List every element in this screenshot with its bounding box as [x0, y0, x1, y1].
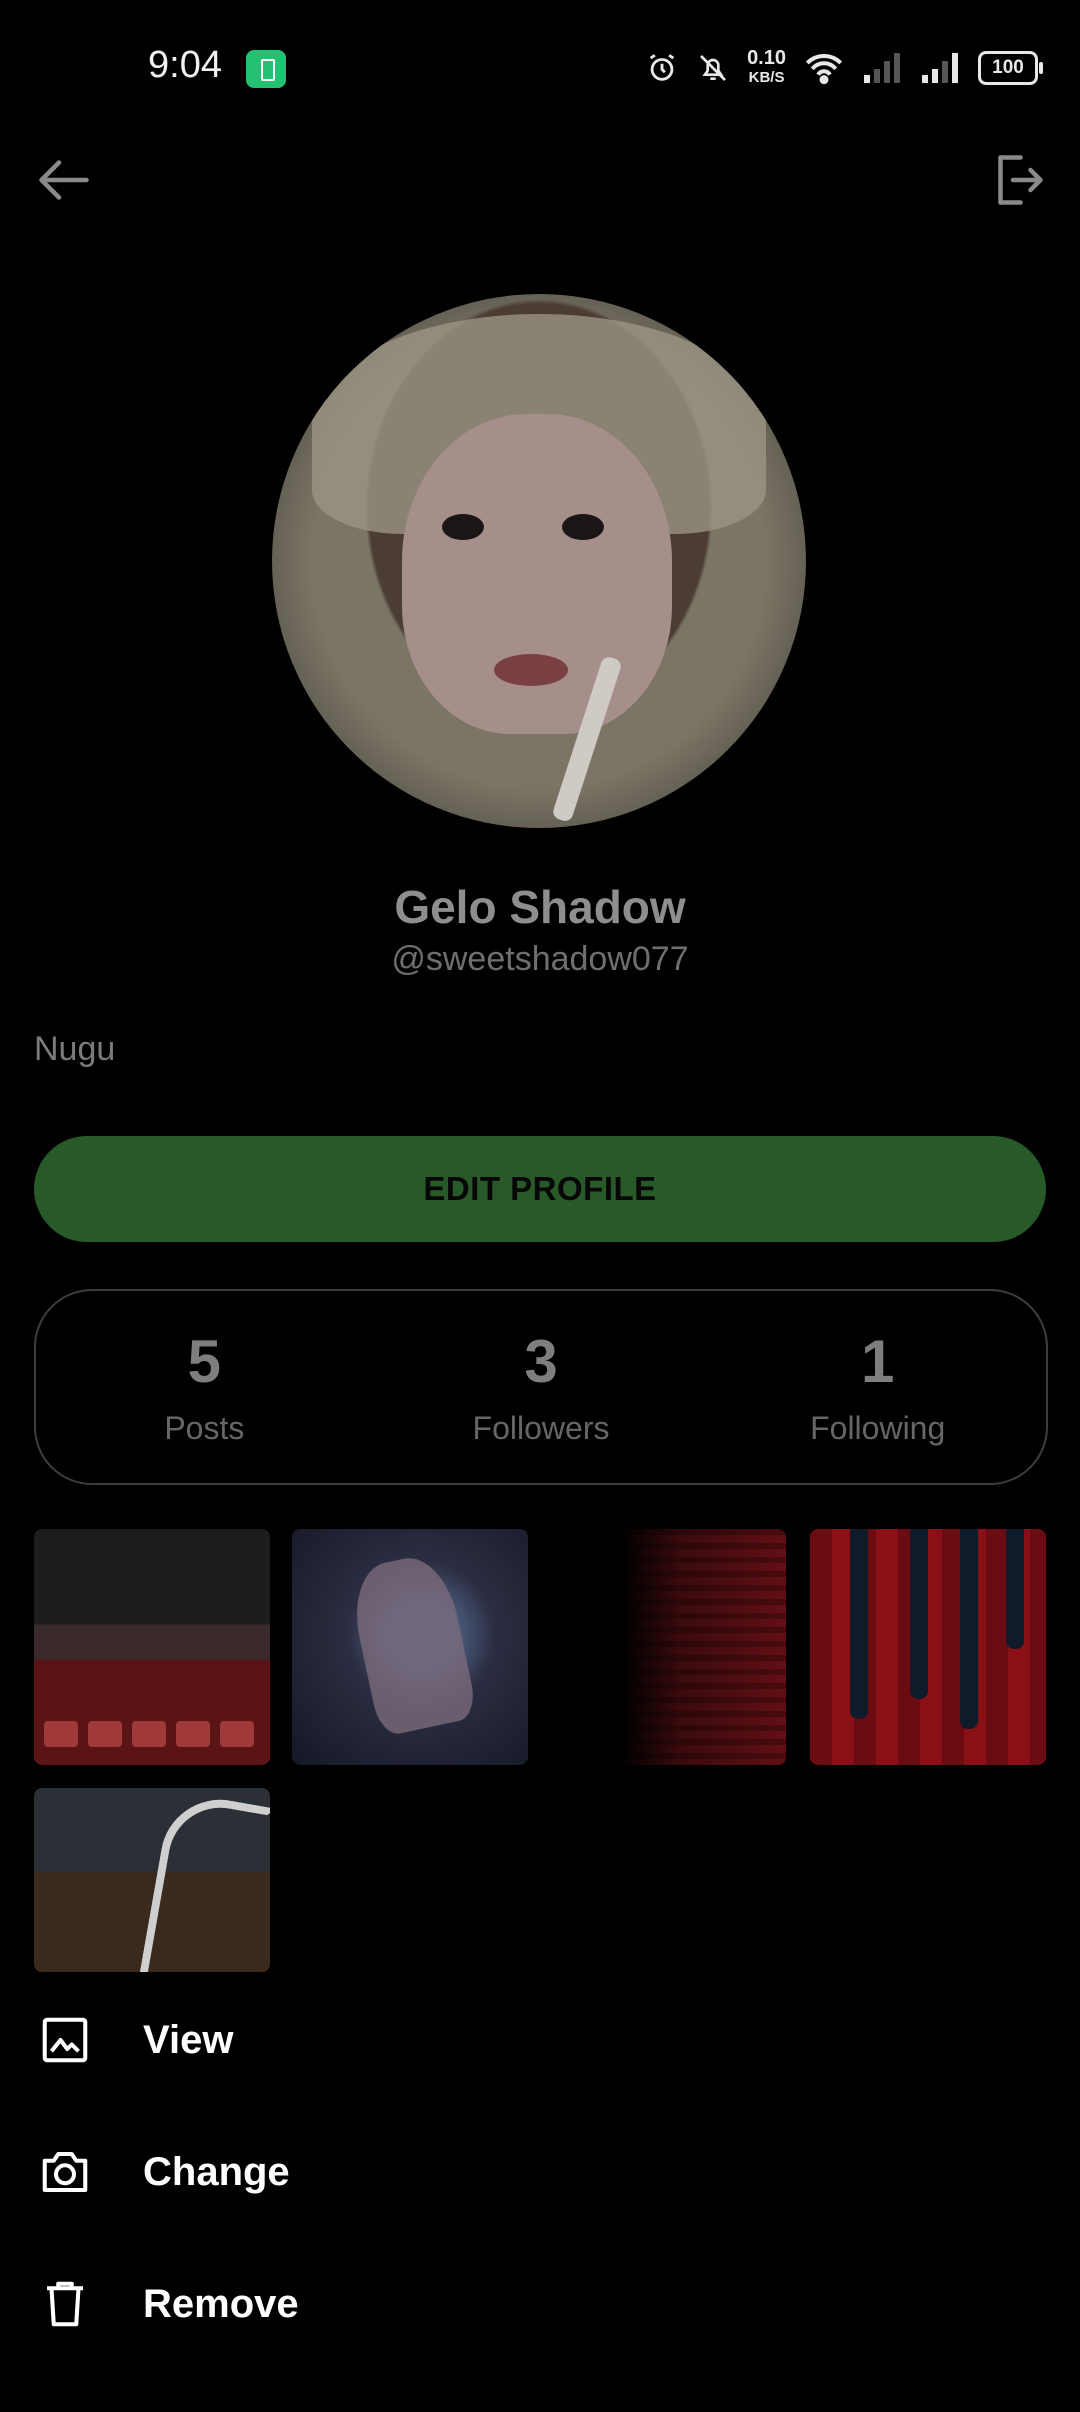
network-speed-value: 0.10: [747, 47, 786, 69]
stat-posts-label: Posts: [164, 1410, 245, 1446]
mute-bell-icon: [700, 55, 727, 81]
menu-item-change[interactable]: Change: [0, 2112, 1080, 2232]
status-bar: 9:04 0.10 KB/S 100: [0, 0, 1080, 140]
status-icons: 0.10 KB/S 100: [645, 44, 1043, 92]
post-thumbnail[interactable]: [34, 1788, 270, 1972]
profile-avatar[interactable]: [272, 294, 806, 828]
menu-item-view[interactable]: View: [0, 1980, 1080, 2100]
back-arrow-icon[interactable]: [34, 150, 94, 210]
stat-posts[interactable]: 5 Posts: [36, 1291, 373, 1483]
signal-icon-2: [922, 53, 958, 83]
menu-item-remove-label: Remove: [143, 2281, 299, 2326]
wifi-icon: [805, 54, 843, 85]
stat-followers-count: 3: [524, 1328, 558, 1395]
stat-posts-count: 5: [187, 1328, 222, 1395]
image-icon: [42, 2017, 88, 2063]
profile-name: Gelo Shadow: [394, 881, 686, 933]
stat-following[interactable]: 1 Following: [709, 1291, 1046, 1483]
menu-item-remove[interactable]: Remove: [0, 2244, 1080, 2364]
post-thumbnail[interactable]: [34, 1529, 270, 1765]
stat-followers[interactable]: 3 Followers: [373, 1291, 710, 1483]
profile-handle: @sweetshadow077: [391, 940, 689, 978]
stat-following-label: Following: [810, 1410, 946, 1446]
stats-card: 5 Posts 3 Followers 1 Following: [34, 1289, 1048, 1485]
signal-icon-1: [864, 53, 900, 83]
battery-icon: 100: [978, 51, 1043, 85]
post-thumbnail[interactable]: [810, 1529, 1046, 1765]
top-nav: [0, 140, 1080, 240]
stat-followers-label: Followers: [472, 1410, 610, 1446]
menu-item-view-label: View: [143, 2017, 234, 2062]
edit-profile-button[interactable]: EDIT PROFILE: [34, 1136, 1046, 1242]
network-speed-unit: KB/S: [748, 69, 785, 86]
network-speed: 0.10 KB/S: [747, 48, 786, 88]
battery-saver-icon: [246, 50, 286, 88]
logout-icon[interactable]: [988, 150, 1048, 210]
trash-icon: [47, 2281, 83, 2327]
post-thumbnail[interactable]: [550, 1529, 786, 1765]
alarm-icon: [649, 54, 675, 81]
post-thumbnail[interactable]: [292, 1529, 528, 1765]
stat-following-count: 1: [860, 1328, 895, 1395]
menu-item-change-label: Change: [143, 2149, 290, 2194]
camera-icon: [42, 2151, 88, 2193]
status-time: 9:04: [148, 44, 222, 86]
profile-bio: Nugu: [34, 1030, 116, 1068]
